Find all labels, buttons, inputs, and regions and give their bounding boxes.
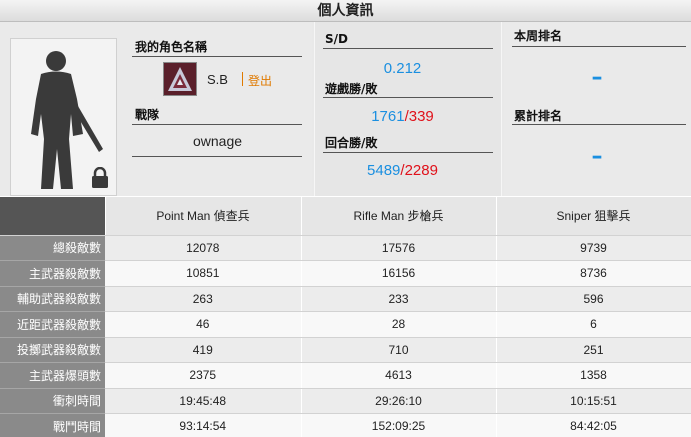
table-cell: 16156: [301, 260, 497, 287]
table-row: 近距武器殺敵數 46 28 6: [0, 311, 691, 338]
table-cell: 4613: [301, 362, 497, 389]
divider: [323, 48, 493, 49]
game-wins: 1761: [371, 108, 405, 125]
round-wl-label: 回合勝/敗: [325, 136, 378, 150]
table-cell: 251: [496, 337, 691, 363]
table-corner: [0, 197, 106, 236]
table-cell: 6: [496, 311, 691, 338]
row-label: 戰鬥時間: [0, 413, 105, 437]
table-row: 主武器殺敵數 10851 16156 8736: [0, 260, 691, 287]
table-cell: 10851: [105, 260, 302, 287]
table-cell: 710: [301, 337, 497, 363]
profile-panel: 我的角色名稱 S.B 登出 戰隊 ownage S/D 0.212 遊戲勝/敗 …: [0, 22, 691, 196]
character-name-label: 我的角色名稱: [135, 40, 208, 54]
column-header: Point Man 偵查兵: [105, 197, 302, 236]
player-name: S.B: [207, 72, 228, 87]
table-cell: 12078: [105, 235, 302, 261]
table-cell: 28: [301, 311, 497, 338]
table-cell: 46: [105, 311, 302, 338]
row-label: 近距武器殺敵數: [0, 311, 105, 338]
column-header: Sniper 狙擊兵: [496, 197, 691, 236]
kill-stats-table: Point Man 偵查兵 Rifle Man 步槍兵 Sniper 狙擊兵 總…: [0, 197, 691, 437]
table-cell: 419: [105, 337, 302, 363]
table-cell: 9739: [496, 235, 691, 261]
lock-icon: [92, 167, 108, 188]
character-section: 我的角色名稱 S.B 登出 戰隊 ownage: [0, 22, 312, 196]
table-row: 主武器爆頭數 2375 4613 1358: [0, 362, 691, 389]
table-row: 總殺敵數 12078 17576 9739: [0, 235, 691, 261]
row-label: 主武器殺敵數: [0, 260, 105, 287]
row-label: 輔助武器殺敵數: [0, 286, 105, 312]
divider: [132, 156, 302, 157]
divider: [512, 124, 686, 125]
game-wl-value: 1761/339: [315, 108, 490, 125]
round-wins: 5489: [367, 162, 401, 179]
clan-name: ownage: [192, 133, 243, 149]
clan-emblem-icon: [163, 62, 197, 96]
stats-section: S/D 0.212 遊戲勝/敗 1761/339 回合勝/敗 5489/2289: [314, 22, 502, 196]
logout-link[interactable]: 登出: [248, 72, 272, 89]
table-header-row: Point Man 偵查兵 Rifle Man 步槍兵 Sniper 狙擊兵: [0, 197, 691, 236]
round-losses: 2289: [404, 162, 438, 179]
table-cell: 29:26:10: [301, 388, 497, 414]
table-row: 投擲武器殺敵數 419 710 251: [0, 337, 691, 363]
table-cell: 93:14:54: [105, 413, 302, 437]
table-cell: 1358: [496, 362, 691, 389]
table-cell: 152:09:25: [301, 413, 497, 437]
row-label: 主武器爆頭數: [0, 362, 105, 389]
table-cell: 233: [301, 286, 497, 312]
total-rank-value: –: [591, 144, 603, 169]
divider: [323, 97, 493, 98]
game-wl-label: 遊戲勝/敗: [325, 82, 378, 96]
row-label: 投擲武器殺敵數: [0, 337, 105, 363]
table-cell: 8736: [496, 260, 691, 287]
table-cell: 2375: [105, 362, 302, 389]
table-cell: 17576: [301, 235, 497, 261]
table-cell: 84:42:05: [496, 413, 691, 437]
divider: [132, 56, 302, 57]
row-label: 衝刺時間: [0, 388, 105, 414]
table-cell: 596: [496, 286, 691, 312]
column-header: Rifle Man 步槍兵: [301, 197, 497, 236]
game-losses: 339: [408, 108, 434, 125]
sd-label: S/D: [325, 32, 348, 46]
table-row: 衝刺時間 19:45:48 29:26:10 10:15:51: [0, 388, 691, 414]
sd-value: 0.212: [383, 60, 422, 77]
divider: [242, 72, 243, 86]
page-title: 個人資訊: [0, 0, 691, 22]
table-row: 戰鬥時間 93:14:54 152:09:25 84:42:05: [0, 413, 691, 437]
clan-label: 戰隊: [135, 108, 160, 122]
table-cell: 263: [105, 286, 302, 312]
table-row: 輔助武器殺敵數 263 233 596: [0, 286, 691, 312]
table-cell: 10:15:51: [496, 388, 691, 414]
row-label: 總殺敵數: [0, 235, 105, 261]
avatar: [10, 38, 117, 196]
ranking-section: 本周排名 – 累計排名 –: [504, 22, 691, 196]
divider: [323, 152, 493, 153]
total-rank-label: 累計排名: [514, 109, 563, 123]
divider: [512, 46, 686, 47]
weekly-rank-label: 本周排名: [514, 29, 563, 43]
weekly-rank-value: –: [591, 65, 603, 90]
table-cell: 19:45:48: [105, 388, 302, 414]
divider: [132, 124, 302, 125]
round-wl-value: 5489/2289: [315, 162, 490, 179]
